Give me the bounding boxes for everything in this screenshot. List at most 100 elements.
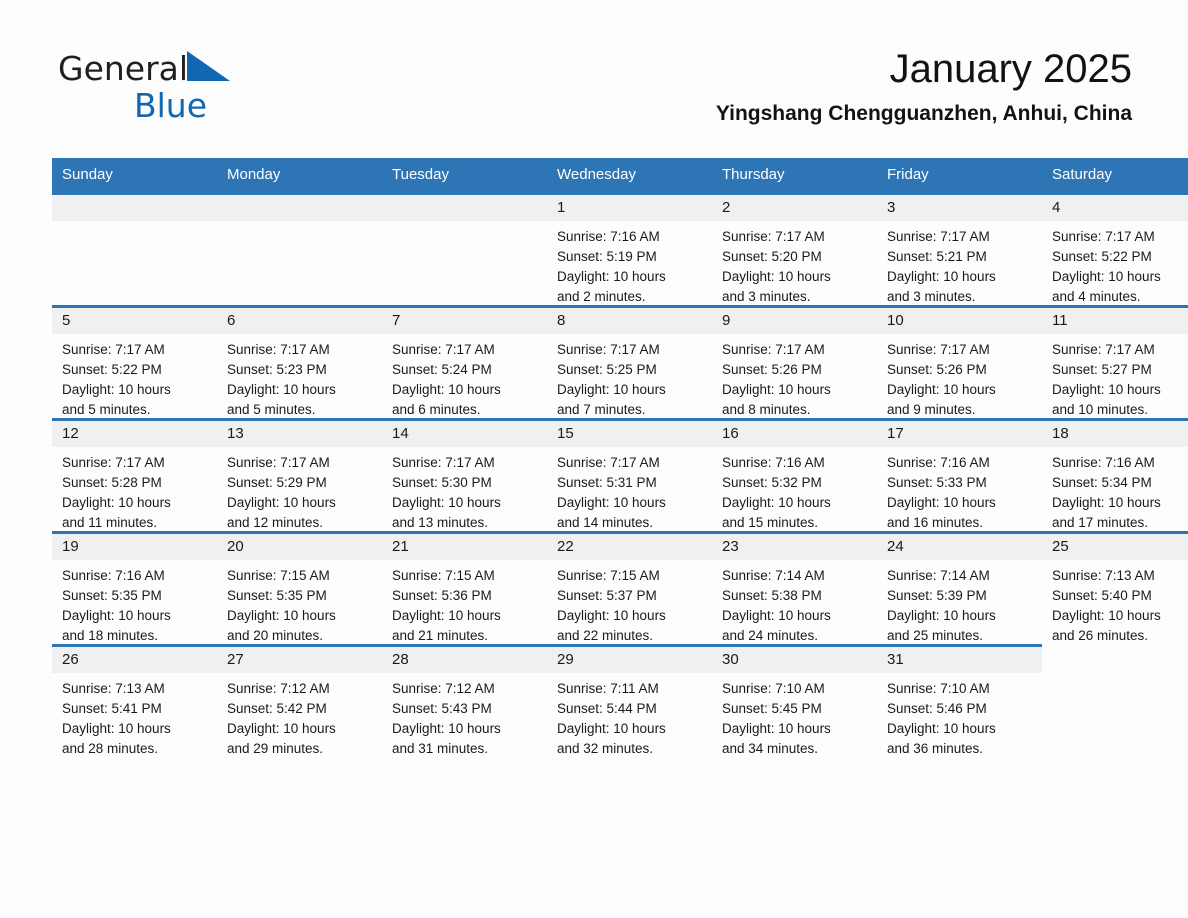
calendar-cell[interactable]: 23 Sunrise: 7:14 AM Sunset: 5:38 PM Dayligh… bbox=[712, 531, 877, 644]
daylight-text-line1: Daylight: 10 hours bbox=[62, 382, 171, 397]
calendar-cell-inner: 13 Sunrise: 7:17 AM Sunset: 5:29 PM Dayligh… bbox=[217, 418, 382, 531]
calendar-cell-inner: 3 Sunrise: 7:17 AM Sunset: 5:21 PM Daylight… bbox=[877, 192, 1042, 305]
calendar-cell-inner: 1 Sunrise: 7:16 AM Sunset: 5:19 PM Daylight… bbox=[547, 192, 712, 305]
daylight-text-line1: Daylight: 10 hours bbox=[1052, 382, 1161, 397]
calendar-cell[interactable]: 29 Sunrise: 7:11 AM Sunset: 5:44 PM Dayligh… bbox=[547, 644, 712, 757]
calendar-cell[interactable]: 14 Sunrise: 7:17 AM Sunset: 5:30 PM Dayligh… bbox=[382, 418, 547, 531]
calendar-cell[interactable]: 27 Sunrise: 7:12 AM Sunset: 5:42 PM Dayligh… bbox=[217, 644, 382, 757]
day-number bbox=[52, 195, 217, 221]
sunset-text: Sunset: 5:30 PM bbox=[392, 475, 492, 490]
calendar-cell[interactable]: 12 Sunrise: 7:17 AM Sunset: 5:28 PM Dayligh… bbox=[52, 418, 217, 531]
day-number: 27 bbox=[217, 647, 382, 673]
day-number bbox=[382, 195, 547, 221]
daylight-text-line1: Daylight: 10 hours bbox=[227, 608, 336, 623]
calendar-cell[interactable]: 8 Sunrise: 7:17 AM Sunset: 5:25 PM Daylight… bbox=[547, 305, 712, 418]
calendar-cell[interactable]: 9 Sunrise: 7:17 AM Sunset: 5:26 PM Daylight… bbox=[712, 305, 877, 418]
sunrise-text: Sunrise: 7:17 AM bbox=[392, 455, 495, 470]
sunrise-text: Sunrise: 7:16 AM bbox=[557, 229, 660, 244]
sunrise-text: Sunrise: 7:17 AM bbox=[887, 342, 990, 357]
calendar-cell[interactable]: 3 Sunrise: 7:17 AM Sunset: 5:21 PM Daylight… bbox=[877, 192, 1042, 305]
calendar-page: General Blue January 2025 Yingshang Chen… bbox=[0, 0, 1188, 918]
calendar-cell-inner: 10 Sunrise: 7:17 AM Sunset: 5:26 PM Dayligh… bbox=[877, 305, 1042, 418]
calendar-cell[interactable]: 17 Sunrise: 7:16 AM Sunset: 5:33 PM Dayligh… bbox=[877, 418, 1042, 531]
calendar-cell[interactable]: 7 Sunrise: 7:17 AM Sunset: 5:24 PM Daylight… bbox=[382, 305, 547, 418]
sunset-text: Sunset: 5:40 PM bbox=[1052, 588, 1152, 603]
sunset-text: Sunset: 5:31 PM bbox=[557, 475, 657, 490]
calendar-cell[interactable]: 15 Sunrise: 7:17 AM Sunset: 5:31 PM Dayligh… bbox=[547, 418, 712, 531]
daylight-text-line2: and 25 minutes. bbox=[887, 628, 984, 643]
day-details: Sunrise: 7:17 AM Sunset: 5:30 PM Daylight:… bbox=[382, 447, 547, 533]
sunrise-text: Sunrise: 7:13 AM bbox=[62, 681, 165, 696]
calendar-cell[interactable]: 5 Sunrise: 7:17 AM Sunset: 5:22 PM Daylight… bbox=[52, 305, 217, 418]
sunrise-text: Sunrise: 7:17 AM bbox=[227, 455, 330, 470]
calendar-cell[interactable] bbox=[382, 192, 547, 305]
calendar-cell-inner: 24 Sunrise: 7:14 AM Sunset: 5:39 PM Dayligh… bbox=[877, 531, 1042, 644]
calendar-cell[interactable]: 11 Sunrise: 7:17 AM Sunset: 5:27 PM Dayligh… bbox=[1042, 305, 1188, 418]
day-number: 8 bbox=[547, 308, 712, 334]
calendar-cell[interactable] bbox=[52, 192, 217, 305]
sunrise-text: Sunrise: 7:17 AM bbox=[62, 455, 165, 470]
calendar-cell[interactable]: 13 Sunrise: 7:17 AM Sunset: 5:29 PM Dayligh… bbox=[217, 418, 382, 531]
calendar-cell[interactable]: 31 Sunrise: 7:10 AM Sunset: 5:46 PM Dayligh… bbox=[877, 644, 1042, 757]
daylight-text-line2: and 21 minutes. bbox=[392, 628, 489, 643]
calendar-week-row: 26 Sunrise: 7:13 AM Sunset: 5:41 PM Dayligh… bbox=[52, 644, 1188, 757]
calendar-cell[interactable]: 18 Sunrise: 7:16 AM Sunset: 5:34 PM Dayligh… bbox=[1042, 418, 1188, 531]
calendar-cell-inner bbox=[1042, 644, 1188, 757]
calendar-cell-inner: 15 Sunrise: 7:17 AM Sunset: 5:31 PM Dayligh… bbox=[547, 418, 712, 531]
calendar-cell-inner: 22 Sunrise: 7:15 AM Sunset: 5:37 PM Dayligh… bbox=[547, 531, 712, 644]
sunrise-text: Sunrise: 7:14 AM bbox=[722, 568, 825, 583]
calendar-cell[interactable] bbox=[217, 192, 382, 305]
calendar-cell[interactable]: 21 Sunrise: 7:15 AM Sunset: 5:36 PM Dayligh… bbox=[382, 531, 547, 644]
calendar-cell-inner: 30 Sunrise: 7:10 AM Sunset: 5:45 PM Dayligh… bbox=[712, 644, 877, 757]
sunrise-text: Sunrise: 7:17 AM bbox=[1052, 342, 1155, 357]
day-number: 26 bbox=[52, 647, 217, 673]
logo-word-general: General bbox=[58, 49, 189, 88]
calendar-cell-inner: 2 Sunrise: 7:17 AM Sunset: 5:20 PM Daylight… bbox=[712, 192, 877, 305]
calendar-cell[interactable]: 2 Sunrise: 7:17 AM Sunset: 5:20 PM Daylight… bbox=[712, 192, 877, 305]
day-number: 2 bbox=[712, 195, 877, 221]
calendar-cell-inner: 11 Sunrise: 7:17 AM Sunset: 5:27 PM Dayligh… bbox=[1042, 305, 1188, 418]
calendar-cell[interactable]: 24 Sunrise: 7:14 AM Sunset: 5:39 PM Dayligh… bbox=[877, 531, 1042, 644]
sunset-text: Sunset: 5:41 PM bbox=[62, 701, 162, 716]
sunset-text: Sunset: 5:24 PM bbox=[392, 362, 492, 377]
sunrise-text: Sunrise: 7:17 AM bbox=[722, 342, 825, 357]
day-details: Sunrise: 7:17 AM Sunset: 5:25 PM Daylight:… bbox=[547, 334, 712, 420]
day-number: 28 bbox=[382, 647, 547, 673]
calendar-cell[interactable]: 6 Sunrise: 7:17 AM Sunset: 5:23 PM Daylight… bbox=[217, 305, 382, 418]
sunrise-text: Sunrise: 7:17 AM bbox=[392, 342, 495, 357]
calendar-cell[interactable]: 4 Sunrise: 7:17 AM Sunset: 5:22 PM Daylight… bbox=[1042, 192, 1188, 305]
sunset-text: Sunset: 5:34 PM bbox=[1052, 475, 1152, 490]
daylight-text-line2: and 4 minutes. bbox=[1052, 289, 1141, 304]
page-title: January 2025 bbox=[889, 47, 1132, 91]
calendar-cell[interactable]: 1 Sunrise: 7:16 AM Sunset: 5:19 PM Daylight… bbox=[547, 192, 712, 305]
general-blue-logo[interactable]: General Blue bbox=[58, 50, 318, 122]
weekday-header-saturday: Saturday bbox=[1042, 158, 1188, 192]
calendar-week-row: 12 Sunrise: 7:17 AM Sunset: 5:28 PM Dayligh… bbox=[52, 418, 1188, 531]
calendar-cell[interactable]: 20 Sunrise: 7:15 AM Sunset: 5:35 PM Dayligh… bbox=[217, 531, 382, 644]
sunset-text: Sunset: 5:22 PM bbox=[62, 362, 162, 377]
calendar-cell[interactable]: 19 Sunrise: 7:16 AM Sunset: 5:35 PM Dayligh… bbox=[52, 531, 217, 644]
day-details: Sunrise: 7:14 AM Sunset: 5:39 PM Daylight:… bbox=[877, 560, 1042, 646]
sunrise-text: Sunrise: 7:17 AM bbox=[887, 229, 990, 244]
daylight-text-line2: and 2 minutes. bbox=[557, 289, 646, 304]
calendar-cell[interactable]: 28 Sunrise: 7:12 AM Sunset: 5:43 PM Dayligh… bbox=[382, 644, 547, 757]
calendar-cell-inner: 19 Sunrise: 7:16 AM Sunset: 5:35 PM Dayligh… bbox=[52, 531, 217, 644]
calendar-cell[interactable]: 25 Sunrise: 7:13 AM Sunset: 5:40 PM Dayligh… bbox=[1042, 531, 1188, 644]
day-number: 4 bbox=[1042, 195, 1188, 221]
calendar-cell[interactable] bbox=[1042, 644, 1188, 757]
sunrise-text: Sunrise: 7:16 AM bbox=[887, 455, 990, 470]
calendar-cell-inner: 16 Sunrise: 7:16 AM Sunset: 5:32 PM Dayligh… bbox=[712, 418, 877, 531]
page-subtitle: Yingshang Chengguanzhen, Anhui, China bbox=[715, 102, 1132, 126]
day-details: Sunrise: 7:16 AM Sunset: 5:35 PM Daylight:… bbox=[52, 560, 217, 646]
calendar-cell[interactable]: 22 Sunrise: 7:15 AM Sunset: 5:37 PM Dayligh… bbox=[547, 531, 712, 644]
calendar-cell[interactable]: 16 Sunrise: 7:16 AM Sunset: 5:32 PM Dayligh… bbox=[712, 418, 877, 531]
daylight-text-line2: and 16 minutes. bbox=[887, 515, 984, 530]
calendar-cell[interactable]: 26 Sunrise: 7:13 AM Sunset: 5:41 PM Dayligh… bbox=[52, 644, 217, 757]
logo-line-1: General bbox=[58, 50, 318, 88]
day-details: Sunrise: 7:13 AM Sunset: 5:40 PM Daylight:… bbox=[1042, 560, 1188, 646]
day-details: Sunrise: 7:16 AM Sunset: 5:33 PM Daylight:… bbox=[877, 447, 1042, 533]
calendar-cell[interactable]: 10 Sunrise: 7:17 AM Sunset: 5:26 PM Dayligh… bbox=[877, 305, 1042, 418]
calendar-cell[interactable]: 30 Sunrise: 7:10 AM Sunset: 5:45 PM Dayligh… bbox=[712, 644, 877, 757]
daylight-text-line2: and 36 minutes. bbox=[887, 741, 984, 756]
sunset-text: Sunset: 5:22 PM bbox=[1052, 249, 1152, 264]
